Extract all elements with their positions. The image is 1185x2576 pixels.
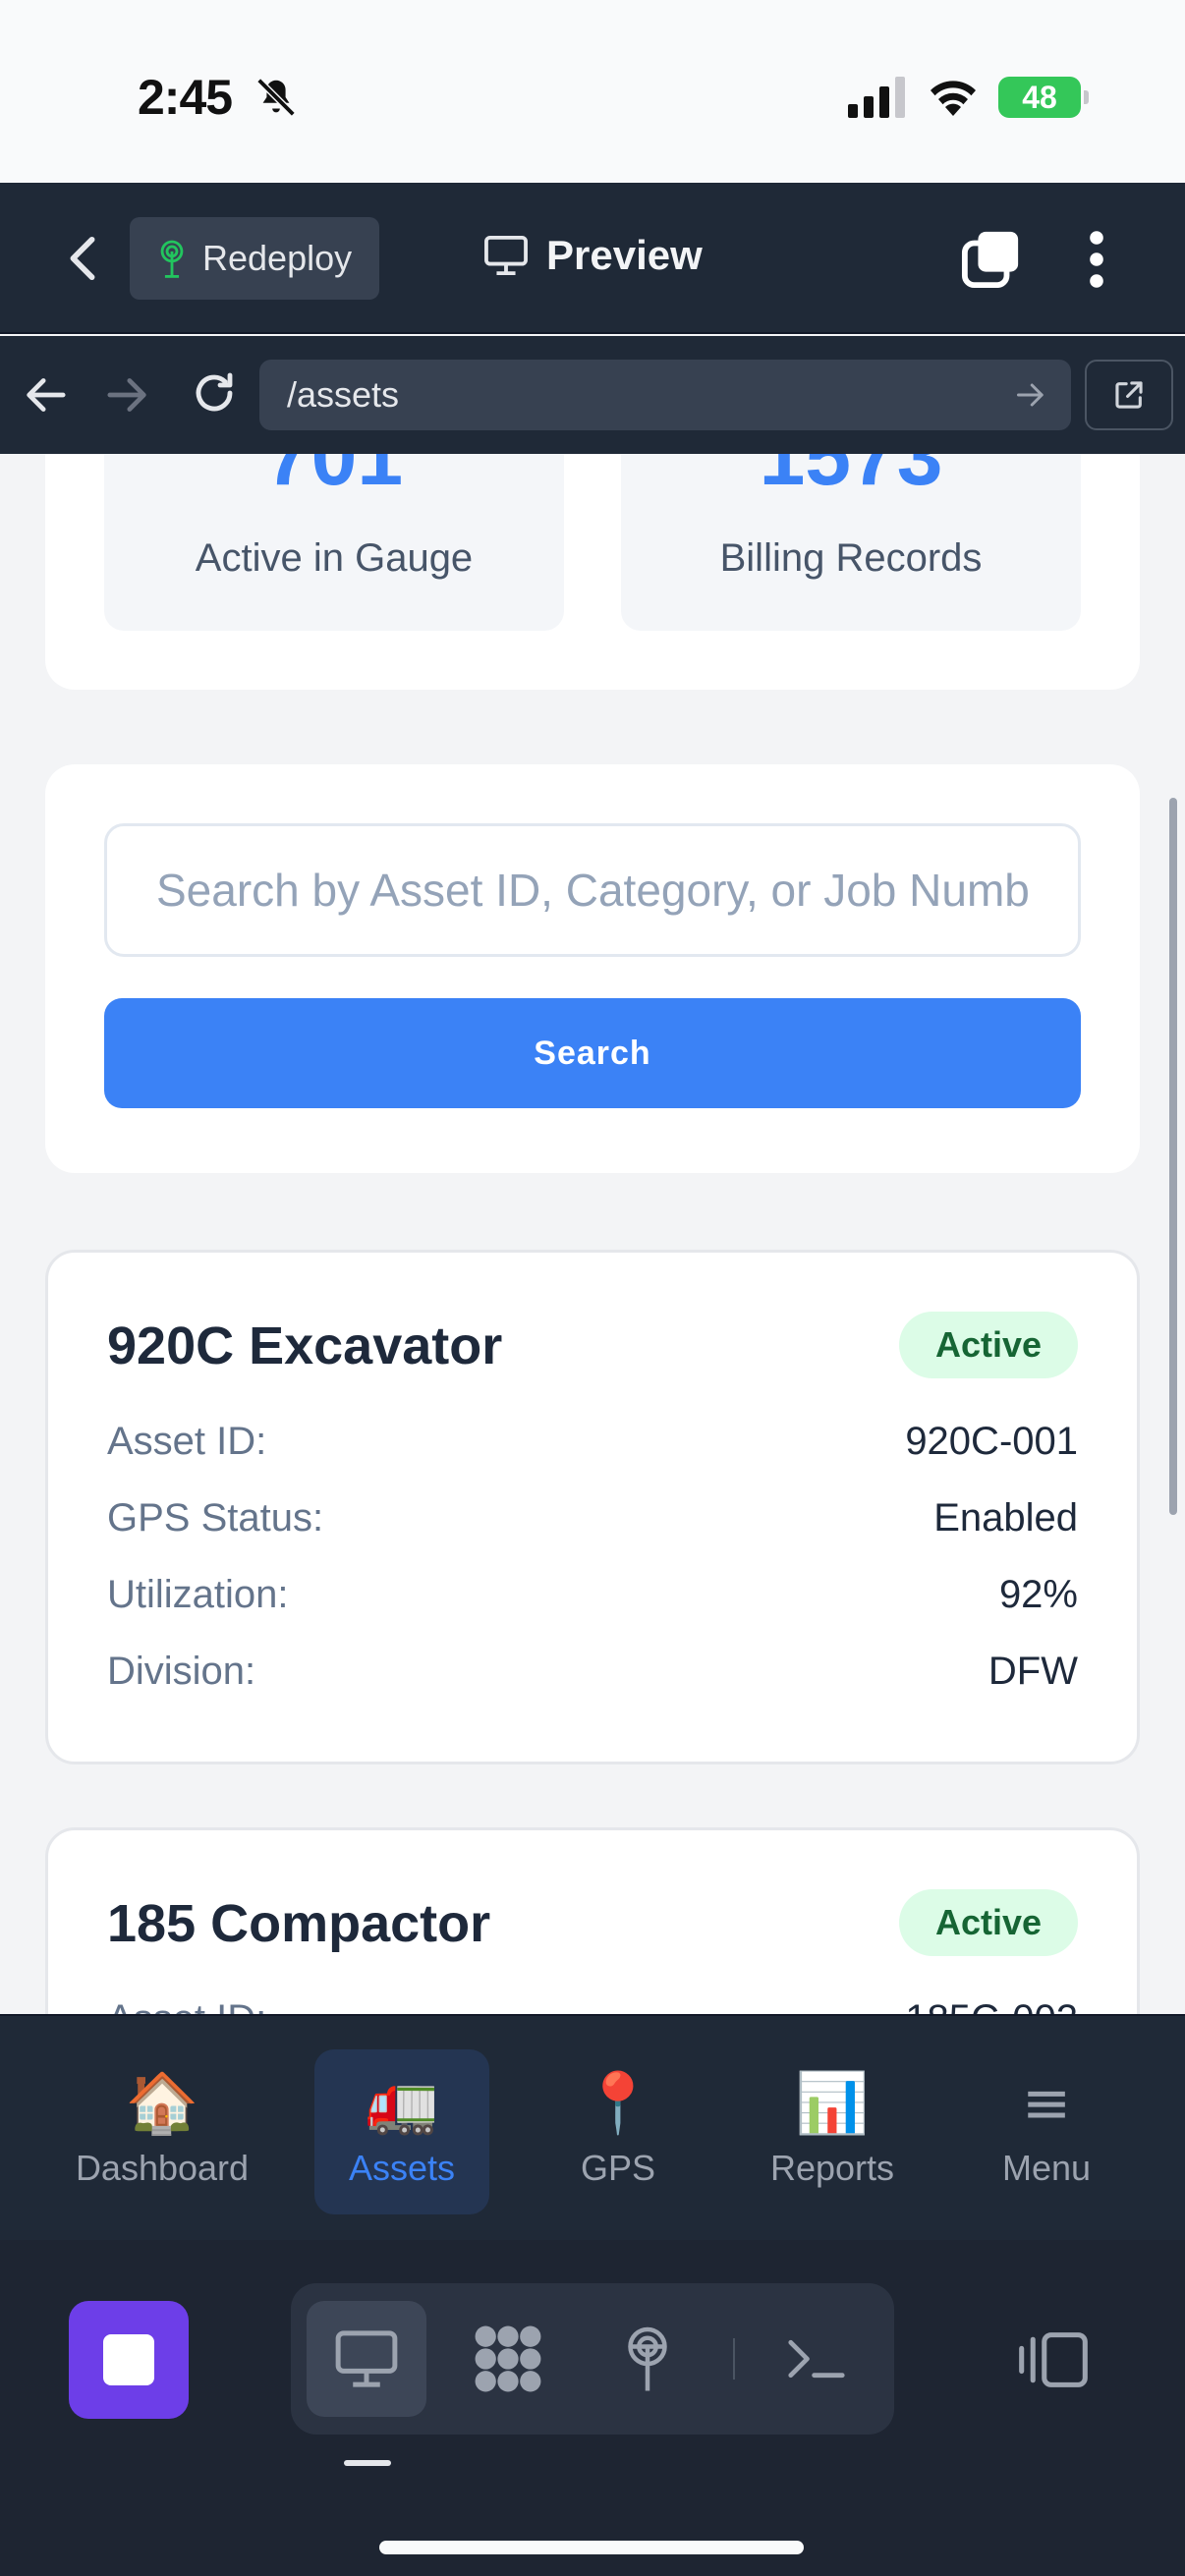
stat-billing-records: 1573 Billing Records: [621, 454, 1081, 631]
status-time: 2:45: [138, 70, 233, 125]
detail-row: Division: DFW: [107, 1642, 1078, 1701]
arrow-left-icon[interactable]: [24, 375, 67, 415]
tab-menu[interactable]: ≡ Menu: [959, 2049, 1134, 2214]
detail-row: GPS Status: Enabled: [107, 1488, 1078, 1547]
battery-indicator: 48: [998, 77, 1089, 118]
arrow-right-icon[interactable]: [1016, 381, 1045, 409]
stat-value: 1573: [759, 454, 943, 502]
detail-row: Asset ID: 185C-002: [107, 1989, 1078, 2015]
bar-chart-icon: 📊: [795, 2069, 870, 2138]
preview-tool-button[interactable]: [307, 2301, 426, 2417]
workspace-tool-button[interactable]: [448, 2301, 568, 2417]
search-button[interactable]: Search: [104, 998, 1081, 1108]
cellular-signal-icon: [848, 77, 905, 118]
tab-label: Assets: [348, 2148, 456, 2188]
detail-label: GPS Status:: [107, 1495, 324, 1540]
asset-name: 920C Excavator: [107, 1316, 503, 1375]
deploy-tool-button[interactable]: [588, 2301, 707, 2417]
stats-card: 701 Active in Gauge 1573 Billing Records: [45, 454, 1140, 690]
ide-toolbar: [0, 2240, 1185, 2576]
redeploy-button[interactable]: Redeploy: [130, 217, 379, 300]
tab-label: Menu: [1001, 2148, 1092, 2188]
side-panel-icon[interactable]: [1016, 2330, 1091, 2389]
stat-value: 701: [264, 454, 404, 502]
detail-label: Asset ID:: [107, 1419, 267, 1463]
detail-label: Utilization:: [107, 1572, 289, 1616]
monitor-icon: [335, 2330, 398, 2387]
app-header: Redeploy Preview: [0, 183, 1185, 334]
active-tool-indicator: [344, 2460, 391, 2466]
arrow-right-icon[interactable]: [106, 375, 149, 415]
status-badge: Active: [899, 1312, 1078, 1378]
tab-label: Dashboard: [75, 2148, 250, 2188]
bottom-tab-bar: 🏠 Dashboard 🚛 Assets 📍 GPS 📊 Reports ≡ M…: [0, 2014, 1185, 2240]
search-card: Search: [45, 764, 1140, 1173]
detail-value: Enabled: [933, 1495, 1078, 1540]
tab-assets[interactable]: 🚛 Assets: [314, 2049, 489, 2214]
home-indicator[interactable]: [379, 2541, 804, 2554]
antenna-icon: [628, 2326, 667, 2391]
tool-group: [291, 2283, 894, 2435]
preview-label: Preview: [546, 232, 703, 278]
redeploy-label: Redeploy: [202, 238, 353, 278]
stat-label: Billing Records: [719, 536, 983, 580]
ios-status-bar: 2:45 48: [0, 0, 1185, 183]
reload-icon[interactable]: [191, 369, 238, 417]
more-vertical-icon[interactable]: [1081, 230, 1112, 289]
monitor-icon: [484, 235, 528, 276]
tab-gps[interactable]: 📍 GPS: [531, 2049, 705, 2214]
tab-reports[interactable]: 📊 Reports: [745, 2049, 920, 2214]
divider: [733, 2338, 735, 2380]
external-link-icon: [1115, 381, 1143, 409]
antenna-icon: [160, 240, 184, 278]
browser-url-bar: /assets: [0, 336, 1185, 454]
asset-card[interactable]: 920C Excavator Active Asset ID: 920C-001…: [45, 1250, 1140, 1764]
detail-row: Asset ID: 920C-001: [107, 1412, 1078, 1471]
detail-row: Utilization: 92%: [107, 1565, 1078, 1624]
console-tool-button[interactable]: [757, 2301, 876, 2417]
tab-label: GPS: [580, 2148, 656, 2188]
scrollbar[interactable]: [1169, 798, 1177, 1515]
asset-card[interactable]: 185 Compactor Active Asset ID: 185C-002: [45, 1827, 1140, 2014]
stat-label: Active in Gauge: [195, 536, 474, 580]
dots-grid-icon: [475, 2325, 541, 2392]
detail-label: Asset ID:: [107, 1997, 266, 2015]
url-path: /assets: [287, 374, 400, 415]
house-icon: 🏠: [125, 2069, 199, 2138]
wifi-icon: [931, 81, 976, 116]
multi-window-icon[interactable]: [961, 228, 1022, 289]
terminal-icon: [788, 2339, 845, 2379]
map-pin-icon: 📍: [581, 2069, 655, 2138]
detail-value: 185C-002: [905, 1997, 1078, 2015]
detail-value: 92%: [998, 1572, 1078, 1616]
battery-level: 48: [1022, 79, 1057, 115]
detail-value: 920C-001: [905, 1419, 1078, 1463]
truck-icon: 🚛: [365, 2069, 439, 2138]
status-badge: Active: [899, 1889, 1078, 1956]
stat-active-in-gauge: 701 Active in Gauge: [104, 454, 564, 631]
url-input[interactable]: /assets: [259, 360, 1071, 430]
bell-slash-icon: [256, 78, 296, 117]
stop-button[interactable]: [69, 2301, 189, 2419]
search-input[interactable]: [104, 823, 1081, 957]
detail-label: Division:: [107, 1649, 256, 1693]
preview-title: Preview: [483, 232, 703, 279]
tab-dashboard[interactable]: 🏠 Dashboard: [75, 2049, 250, 2214]
chevron-left-icon[interactable]: [63, 236, 102, 281]
asset-name: 185 Compactor: [107, 1894, 491, 1953]
hamburger-menu-icon: ≡: [1021, 2069, 1072, 2138]
page-content[interactable]: 701 Active in Gauge 1573 Billing Records…: [0, 454, 1185, 2014]
tab-label: Reports: [769, 2148, 895, 2188]
stop-icon: [103, 2334, 154, 2385]
open-external-button[interactable]: [1085, 360, 1173, 430]
detail-value: DFW: [988, 1649, 1078, 1693]
